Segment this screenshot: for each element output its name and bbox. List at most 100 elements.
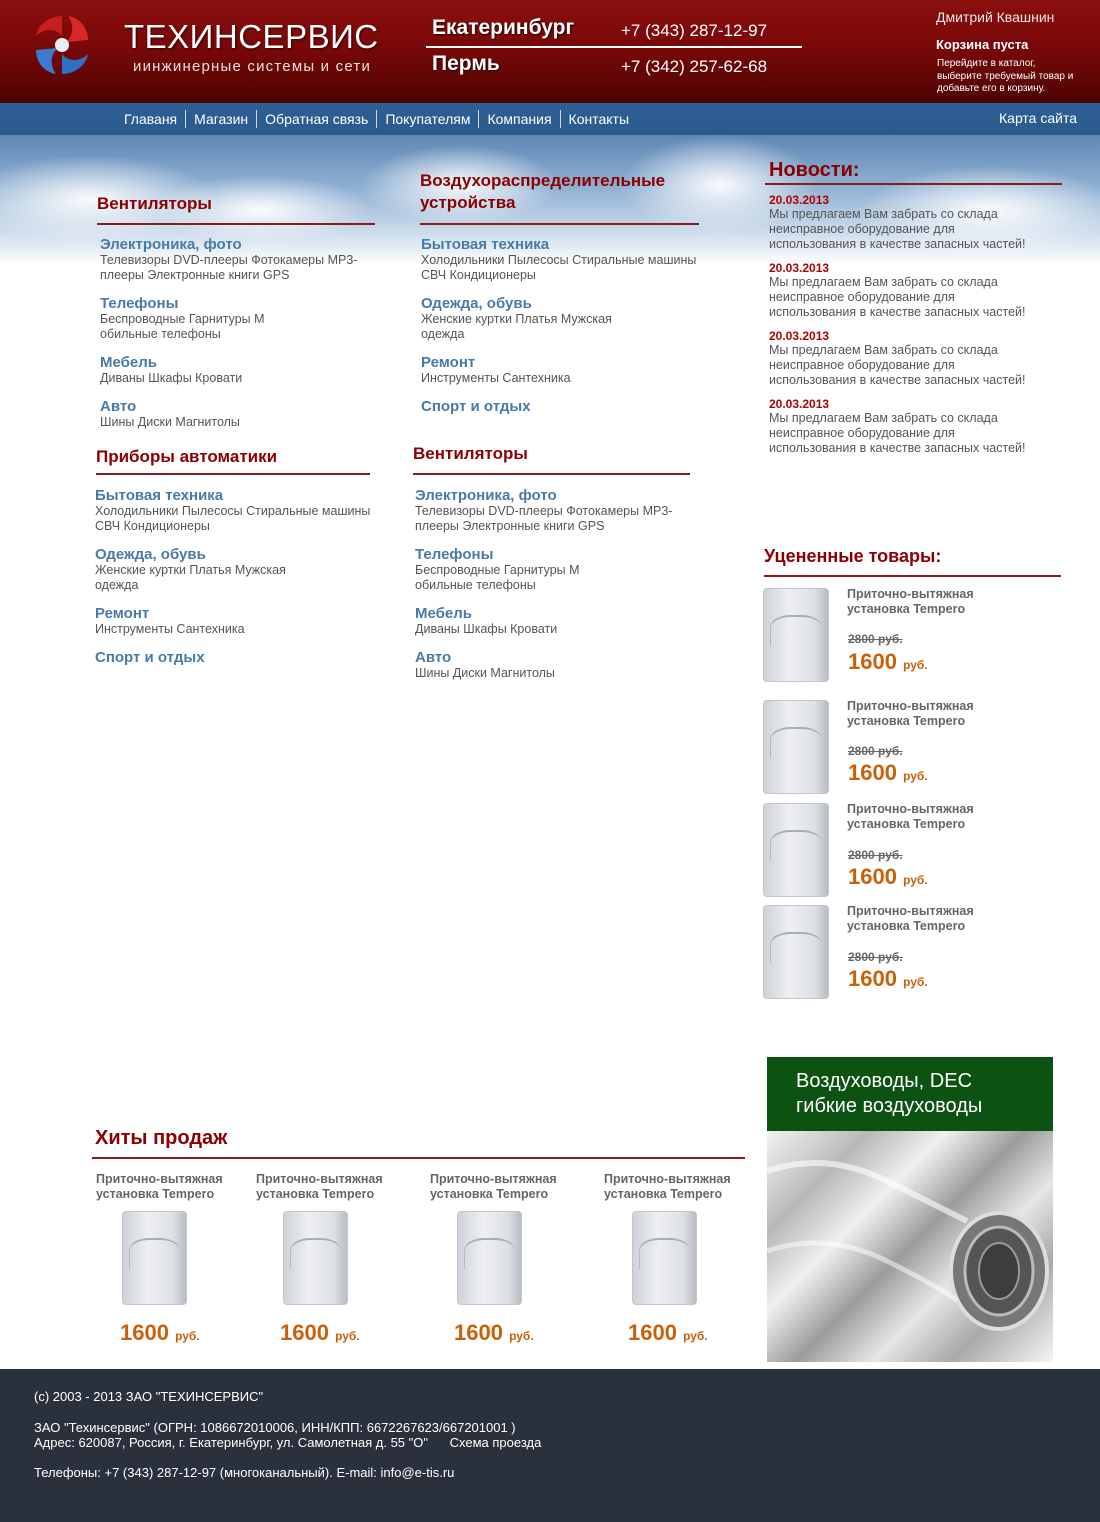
news-item[interactable]: Мы предлагаем Вам забрать со склада неис… [769,275,1029,320]
news-date: 20.03.2013 [769,329,830,343]
subcategory-items[interactable]: Инструменты Сантехника [421,371,700,386]
product-image[interactable] [122,1211,187,1305]
hit-item[interactable]: Приточно-вытяжная установка Tempero 1600… [604,1172,754,1352]
hits-title[interactable]: Хиты продаж [95,1127,227,1149]
contact-info[interactable]: Телефоны: +7 (343) 287-12-97 (многоканал… [34,1465,454,1480]
product-image[interactable] [457,1211,522,1305]
subcategory-link[interactable]: Одежда, обувь [421,295,700,312]
subcategory-link[interactable]: Бытовая техника [421,236,700,253]
news-date: 20.03.2013 [769,397,830,411]
product-image[interactable] [763,700,829,794]
product-image[interactable] [763,588,829,682]
hit-item[interactable]: Приточно-вытяжная установка Tempero 1600… [96,1172,246,1352]
subcategory-items[interactable]: Шины Диски Магнитолы [100,415,377,430]
currency: руб. [683,1329,708,1343]
news-date: 20.03.2013 [769,193,830,207]
product-image[interactable] [763,905,829,999]
subcategory-items[interactable]: Телевизоры DVD-плееры Фотокамеры MP3-пле… [415,504,693,534]
hit-item[interactable]: Приточно-вытяжная установка Tempero 1600… [256,1172,406,1352]
category-title[interactable]: Воздухораспределительные устройства [420,170,705,214]
news-title[interactable]: Новости: [769,159,860,182]
subcategory-link[interactable]: Одежда, обувь [95,546,376,563]
subcategory-items[interactable]: Беспроводные Гарнитуры М обильные телефо… [415,563,585,593]
subcategory-link[interactable]: Авто [415,649,693,666]
subcategory-link[interactable]: Ремонт [421,354,700,371]
price-value: 1600 [280,1320,329,1345]
category-divider [420,223,699,225]
phone-ekaterinburg[interactable]: +7 (343) 287-12-97 [621,21,767,41]
news-date: 20.03.2013 [769,261,830,275]
subcategory-items[interactable]: Женские куртки Платья Мужская одежда [95,563,310,593]
copyright: (c) 2003 - 2013 ЗАО "ТЕХИНСЕРВИС" [34,1389,264,1404]
promo-banner-ducts[interactable]: Воздуховоды, DEC гибкие воздуховоды [766,1057,1053,1362]
product-image[interactable] [763,803,829,897]
subcategory-link[interactable]: Ремонт [95,605,376,622]
brand-tagline: иинжинерные системы и сети [133,58,372,75]
product-image[interactable] [283,1211,348,1305]
product-name[interactable]: Приточно-вытяжная установка Tempero [604,1172,754,1202]
discounted-title[interactable]: Уцененные товары: [764,545,941,567]
subcategory-link[interactable]: Бытовая техника [95,487,376,504]
old-price: 2800 руб. [848,950,903,964]
nav-item-home[interactable]: Главаня [116,110,185,128]
subcategory-items[interactable]: Холодильники Пылесосы Стиральные машины … [421,253,700,283]
promo-line-2: гибкие воздуховоды [796,1095,983,1117]
cart-status[interactable]: Корзина пуста [936,37,1028,52]
nav-item-company[interactable]: Компания [478,110,559,128]
discounted-item[interactable]: Приточно-вытяжная установка Tempero 2800… [763,800,1063,900]
site-header: ТЕХИНСЕРВИС иинжинерные системы и сети Е… [0,0,1100,103]
company-logo[interactable] [28,10,96,80]
site-footer: (c) 2003 - 2013 ЗАО "ТЕХИНСЕРВИС" ЗАО "Т… [0,1369,1100,1522]
subcategory-items[interactable]: Диваны Шкафы Кровати [415,622,693,637]
header-divider [426,46,802,48]
subcategory-link[interactable]: Спорт и отдых [421,398,700,415]
nav-item-contacts[interactable]: Контакты [559,110,637,128]
category-title[interactable]: Приборы автоматики [96,446,376,468]
news-item[interactable]: Мы предлагаем Вам забрать со склада неис… [769,343,1029,388]
product-name[interactable]: Приточно-вытяжная установка Tempero [847,904,987,934]
product-name[interactable]: Приточно-вытяжная установка Tempero [256,1172,406,1202]
product-name[interactable]: Приточно-вытяжная установка Tempero [96,1172,246,1202]
subcategory-items[interactable]: Беспроводные Гарнитуры М обильные телефо… [100,312,270,342]
subcategory-link[interactable]: Электроника, фото [415,487,693,504]
subcategory-link[interactable]: Мебель [100,354,377,371]
news-item[interactable]: Мы предлагаем Вам забрать со склада неис… [769,207,1029,252]
subcategory-items[interactable]: Холодильники Пылесосы Стиральные машины … [95,504,376,534]
product-image[interactable] [632,1211,697,1305]
new-price: 1600 руб. [848,649,928,675]
discounted-item[interactable]: Приточно-вытяжная установка Tempero 2800… [763,697,1063,797]
new-price: 1600 руб. [120,1320,200,1346]
category-title[interactable]: Вентиляторы [413,443,693,465]
directions-link[interactable]: Схема проезда [450,1435,542,1450]
news-item[interactable]: Мы предлагаем Вам забрать со склада неис… [769,411,1029,456]
subcategory-items[interactable]: Диваны Шкафы Кровати [100,371,377,386]
nav-item-customers[interactable]: Покупателям [376,110,478,128]
subcategory-items[interactable]: Инструменты Сантехника [95,622,376,637]
subcategory-link[interactable]: Электроника, фото [100,236,377,253]
subcategory-link[interactable]: Авто [100,398,377,415]
nav-item-shop[interactable]: Магазин [185,110,256,128]
subcategory-link[interactable]: Мебель [415,605,693,622]
nav-item-feedback[interactable]: Обратная связь [256,110,376,128]
subcategory-items[interactable]: Женские куртки Платья Мужская одежда [421,312,636,342]
category-title[interactable]: Вентиляторы [97,193,377,215]
product-name[interactable]: Приточно-вытяжная установка Tempero [430,1172,580,1202]
category-block-fans-2: Вентиляторы Электроника, фото Телевизоры… [413,443,693,681]
city-ekaterinburg: Екатеринбург [432,16,575,39]
subcategory-link[interactable]: Спорт и отдых [95,649,376,666]
subcategory-link[interactable]: Телефоны [415,546,693,563]
product-name[interactable]: Приточно-вытяжная установка Tempero [847,587,987,617]
sitemap-link[interactable]: Карта сайта [999,110,1077,126]
product-name[interactable]: Приточно-вытяжная установка Tempero [847,699,987,729]
discounted-item[interactable]: Приточно-вытяжная установка Tempero 2800… [763,586,1063,686]
product-name[interactable]: Приточно-вытяжная установка Tempero [847,802,987,832]
phone-perm[interactable]: +7 (342) 257-62-68 [621,57,767,77]
hit-item[interactable]: Приточно-вытяжная установка Tempero 1600… [430,1172,580,1352]
subcategory-items[interactable]: Телевизоры DVD-плееры Фотокамеры MP3-пле… [100,253,377,283]
discounted-item[interactable]: Приточно-вытяжная установка Tempero 2800… [763,902,1063,1002]
subcategory-items[interactable]: Шины Диски Магнитолы [415,666,693,681]
address-line: Адрес: 620087, Россия, г. Екатеринбург, … [34,1435,541,1450]
user-name-link[interactable]: Дмитрий Квашнин [936,9,1054,25]
subcategory-link[interactable]: Телефоны [100,295,377,312]
brand-name[interactable]: ТЕХИНСЕРВИС [124,18,379,56]
